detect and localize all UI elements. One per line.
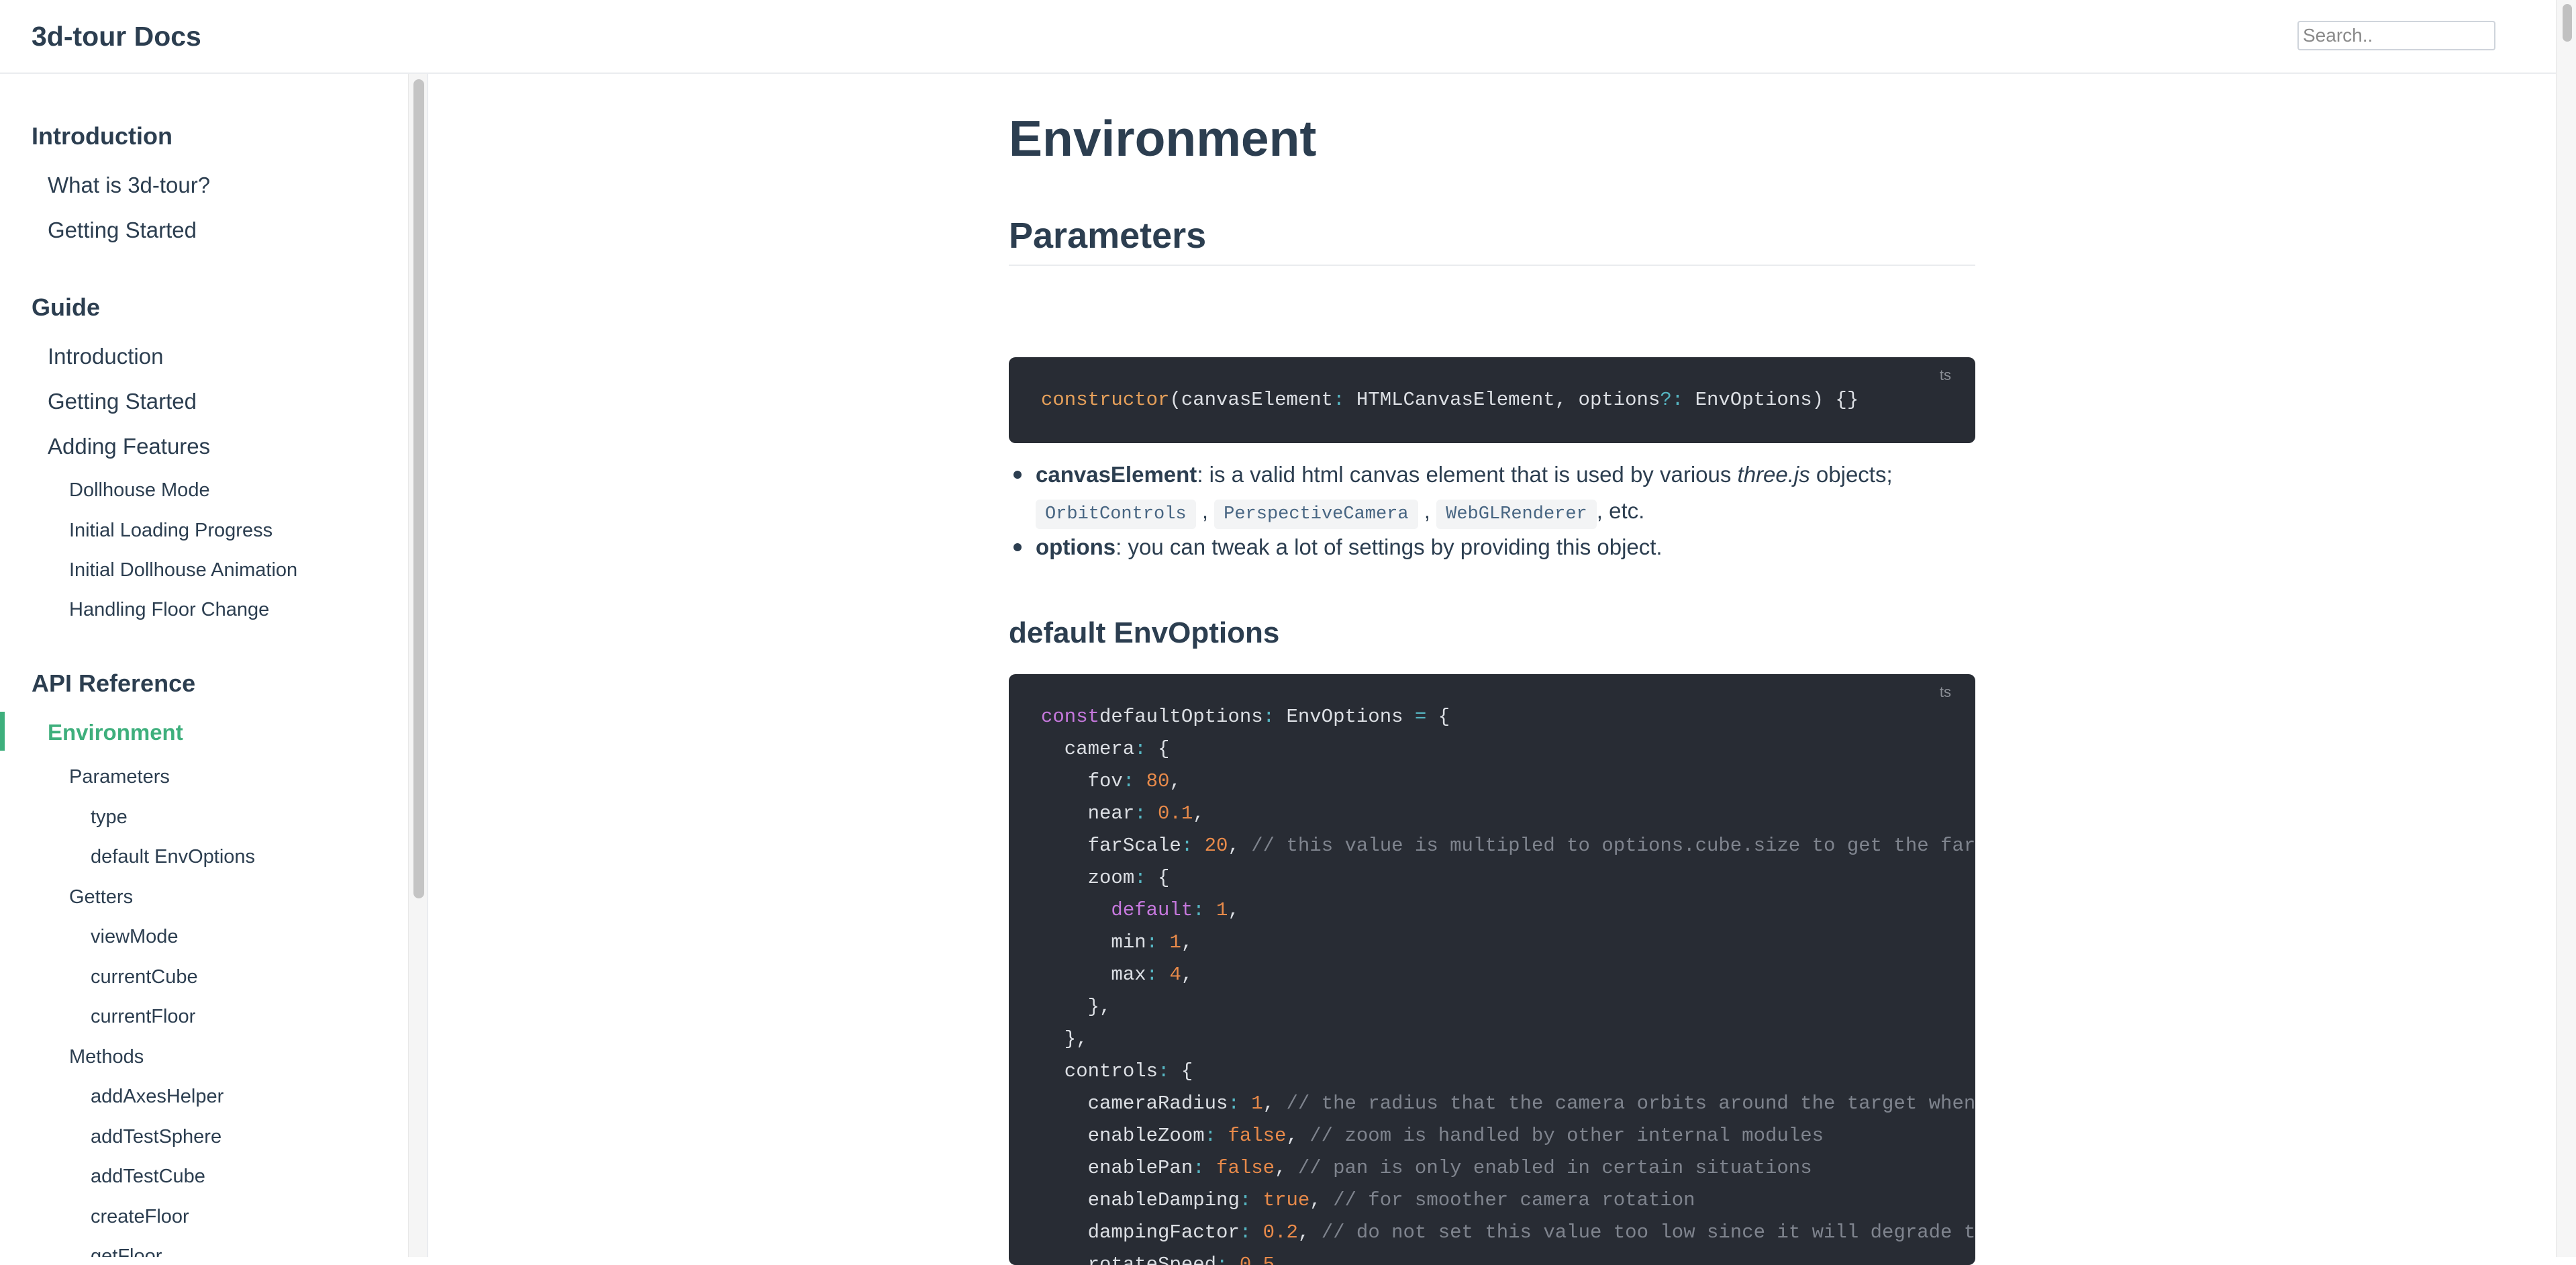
code-line: min: 1, [1041,931,1193,953]
code-line: enableZoom: false, // zoom is handled by… [1041,1125,1824,1147]
sidebar-group-api-reference[interactable]: API Reference [32,668,195,699]
code-line: cameraRadius: 1, // the radius that the … [1041,1092,1975,1115]
sidebar-item-getfloor[interactable]: getFloor [91,1244,162,1257]
sidebar-item-dollhouse-mode[interactable]: Dollhouse Mode [69,477,210,503]
code-line: controls: { [1041,1060,1193,1082]
sidebar-item-type[interactable]: type [91,804,128,830]
code-line: enablePan: false, // pan is only enabled… [1041,1157,1812,1179]
sidebar-item-initial-loading-progress[interactable]: Initial Loading Progress [69,518,273,543]
sidebar-group-guide[interactable]: Guide [32,292,100,323]
code-line: farScale: 20, // this value is multipled… [1041,835,1975,857]
inline-code-perspectivecamera: PerspectiveCamera [1214,500,1418,529]
code-line: default: 1, [1041,899,1240,921]
sidebar-item-guide-introduction[interactable]: Introduction [48,342,163,371]
sidebar-item-environment[interactable]: Environment [48,718,183,747]
sidebar-scrollbar-thumb[interactable] [413,79,424,898]
code-line: rotateSpeed: 0.5, [1041,1254,1287,1265]
sidebar-item-handling-floor-change[interactable]: Handling Floor Change [69,597,269,622]
sidebar-item-addaxeshelper[interactable]: addAxesHelper [91,1084,224,1109]
code-language-label: ts [1939,367,1951,383]
sidebar-group-introduction[interactable]: Introduction [32,121,172,152]
window-scrollbar-thumb[interactable] [2563,4,2572,42]
sidebar-item-guide-getting-started[interactable]: Getting Started [48,387,197,416]
type-code-block: ts constructor(canvasElement: HTMLCanvas… [1009,357,1975,443]
sidebar-item-currentcube[interactable]: currentCube [91,964,198,990]
code-line: near: 0.1, [1041,802,1205,825]
code-line: dampingFactor: 0.2, // do not set this v… [1041,1221,1975,1244]
heading-divider [1009,265,1975,266]
list-item-canvaselement-cont: OrbitControls , PerspectiveCamera , WebG… [1036,493,1644,529]
code-line: max: 4, [1041,964,1193,986]
sidebar-item-parameters[interactable]: Parameters [69,764,170,790]
inline-code-orbitcontrols: OrbitControls [1036,500,1196,529]
code-line: }, [1041,1028,1088,1050]
sidebar-item-getters[interactable]: Getters [69,884,133,910]
page-title: Environment [1009,110,1317,167]
bullet-dot [1013,543,1022,551]
code-language-label: ts [1939,684,1951,700]
site-title[interactable]: 3d-tour Docs [32,19,201,54]
active-indicator [0,712,5,751]
search-input[interactable] [2297,21,2495,50]
top-navbar: 3d-tour Docs [0,0,2556,74]
default-envoptions-code-block: ts constdefaultOptions: EnvOptions = { c… [1009,674,1975,1265]
code-line: constdefaultOptions: EnvOptions = { [1041,706,1450,728]
sidebar-scrollbar[interactable] [408,74,427,1257]
window-scrollbar[interactable] [2556,0,2576,1257]
list-item-canvaselement: canvasElement: is a valid html canvas el… [1036,462,1893,487]
section-heading-parameters: Parameters [1009,216,1207,256]
sidebar-item-addtestsphere[interactable]: addTestSphere [91,1124,221,1150]
list-item-options: options: you can tweak a lot of settings… [1036,534,1663,559]
sidebar-item-getting-started[interactable]: Getting Started [48,216,197,244]
sidebar-item-addtestcube[interactable]: addTestCube [91,1164,205,1189]
sidebar-item-methods[interactable]: Methods [69,1044,144,1070]
code-line: zoom: { [1041,867,1170,889]
sidebar-item-currentfloor[interactable]: currentFloor [91,1004,195,1029]
bullet-dot [1013,471,1022,479]
inline-code-webglrenderer: WebGLRenderer [1436,500,1597,529]
code-line: fov: 80, [1041,770,1181,792]
sidebar-item-createfloor[interactable]: createFloor [91,1204,189,1229]
sidebar-item-what-is-3d-tour[interactable]: What is 3d-tour? [48,171,210,199]
code-line: enableDamping: true, // for smoother cam… [1041,1189,1695,1211]
code-line: constructor(canvasElement: HTMLCanvasEle… [1041,389,1859,411]
sidebar-item-viewmode[interactable]: viewMode [91,924,179,949]
sidebar-item-adding-features[interactable]: Adding Features [48,432,210,461]
sidebar: Introduction What is 3d-tour? Getting St… [0,74,428,1257]
code-line: }, [1041,996,1111,1018]
sidebar-item-initial-dollhouse-animation[interactable]: Initial Dollhouse Animation [69,557,297,583]
sidebar-item-default-envoptions[interactable]: default EnvOptions [91,844,255,870]
heading-default-envoptions: default EnvOptions [1009,616,1280,649]
code-line: camera: { [1041,738,1170,760]
